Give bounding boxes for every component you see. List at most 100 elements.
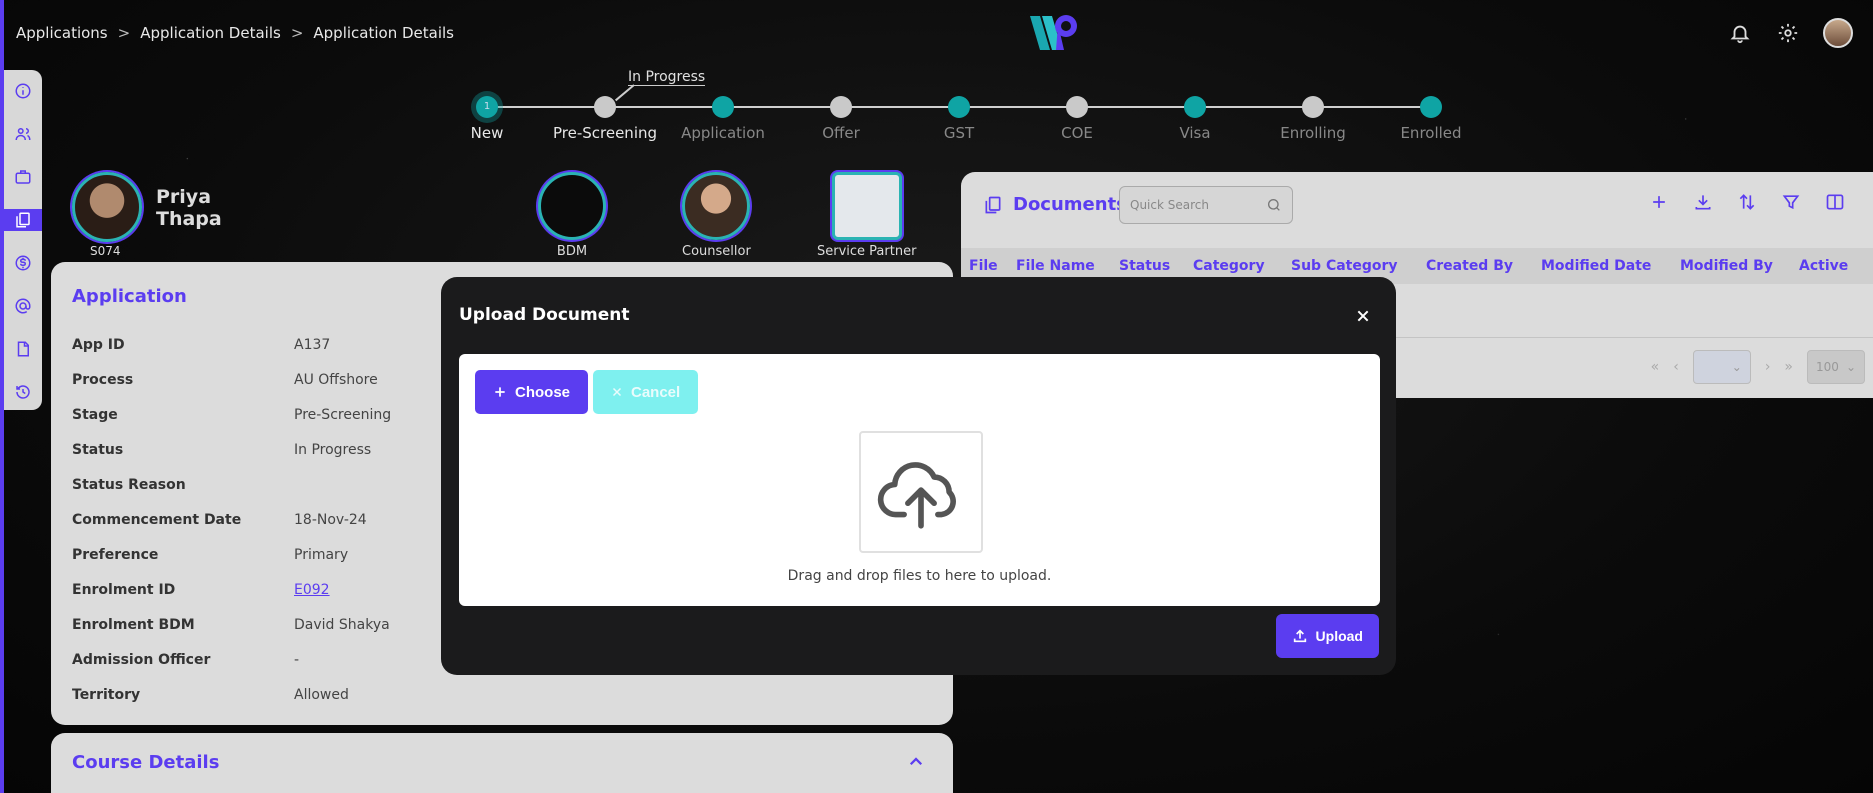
modal-title: Upload Document <box>459 305 630 325</box>
filter-icon[interactable] <box>1781 192 1801 212</box>
users-icon[interactable] <box>12 123 34 145</box>
field-row: Status Reason <box>72 467 391 502</box>
student-code: S074 <box>90 244 121 258</box>
column-header[interactable]: Category <box>1193 258 1265 274</box>
field-value: Primary <box>294 546 349 563</box>
step-pre-screening[interactable]: Pre-Screening <box>545 92 665 142</box>
breadcrumb-application-details[interactable]: Application Details <box>140 24 281 42</box>
first-page-icon[interactable]: « <box>1651 359 1660 375</box>
column-header[interactable]: File Name <box>1016 258 1095 274</box>
upload-document-modal: Upload Document Choose Cancel Drag and d… <box>441 277 1396 675</box>
column-header[interactable]: Modified Date <box>1541 258 1651 274</box>
close-icon[interactable] <box>1352 305 1374 327</box>
upload-button[interactable]: Upload <box>1275 614 1379 658</box>
course-details-card: Course Details <box>51 733 953 793</box>
dollar-icon[interactable] <box>12 252 34 274</box>
upload-cloud-box[interactable] <box>859 431 983 553</box>
column-header[interactable]: Sub Category <box>1291 258 1398 274</box>
at-icon[interactable] <box>12 295 34 317</box>
service-partner-logo <box>831 172 902 240</box>
field-label: App ID <box>72 336 125 353</box>
field-row: Preference Primary <box>72 537 391 572</box>
info-icon[interactable] <box>12 80 34 102</box>
page-size-select[interactable]: 100 ⌄ <box>1807 350 1865 384</box>
field-label: Commencement Date <box>72 511 242 528</box>
file-icon[interactable] <box>12 338 34 360</box>
next-page-icon[interactable]: › <box>1765 359 1771 375</box>
step-gst[interactable]: GST <box>899 92 1019 142</box>
course-details-title: Course Details <box>72 752 220 773</box>
page-select[interactable]: ⌄ <box>1692 350 1751 384</box>
service-partner-card[interactable]: Service Partner <box>817 172 916 259</box>
user-avatar[interactable] <box>1823 18 1853 48</box>
step-enrolled[interactable]: Enrolled <box>1371 92 1491 142</box>
field-label: Preference <box>72 546 159 563</box>
chevron-down-icon: ⌄ <box>1731 360 1742 374</box>
field-value: AU Offshore <box>294 371 378 388</box>
field-label: Status <box>72 441 124 458</box>
file-upload-dropzone[interactable]: Choose Cancel Drag and drop files to her… <box>459 354 1380 606</box>
choose-button[interactable]: Choose <box>475 370 589 414</box>
field-value: 18-Nov-24 <box>294 511 367 528</box>
field-label: Enrolment ID <box>72 581 176 598</box>
column-header[interactable]: File <box>969 258 998 274</box>
documents-icon <box>985 196 1001 213</box>
stage-stepper: 1 New Pre-Screening Application Offer GS… <box>460 92 1462 152</box>
step-dot <box>1184 96 1206 118</box>
plus-icon[interactable] <box>1649 192 1669 212</box>
download-icon[interactable] <box>1693 192 1713 212</box>
column-header[interactable]: Active <box>1799 258 1848 274</box>
breadcrumb-applications[interactable]: Applications <box>16 24 108 42</box>
step-label: COE <box>1061 124 1093 142</box>
field-label: Stage <box>72 406 118 423</box>
search-icon[interactable] <box>1266 197 1282 213</box>
step-offer[interactable]: Offer <box>781 92 901 142</box>
briefcase-icon[interactable] <box>12 166 34 188</box>
field-row: Commencement Date 18-Nov-24 <box>72 502 391 537</box>
step-visa[interactable]: Visa <box>1135 92 1255 142</box>
field-label: Enrolment BDM <box>72 616 195 633</box>
quick-search-input[interactable]: Quick Search <box>1119 186 1293 224</box>
enrolment-id-link[interactable]: E092 <box>294 582 330 598</box>
counsellor-card[interactable]: Counsellor <box>682 172 751 259</box>
field-row: Status In Progress <box>72 432 391 467</box>
column-header[interactable]: Status <box>1119 258 1170 274</box>
step-dot <box>830 96 852 118</box>
field-row: Admission Officer - <box>72 642 391 677</box>
cancel-label: Cancel <box>631 383 681 401</box>
student-first-name: Priya <box>156 186 212 208</box>
step-enrolling[interactable]: Enrolling <box>1253 92 1373 142</box>
bdm-card[interactable]: BDM <box>538 172 606 259</box>
documents-paginator: « ‹ ⌄ › » 100 ⌄ <box>1651 350 1865 384</box>
close-icon <box>612 387 622 397</box>
step-application[interactable]: Application <box>663 92 783 142</box>
step-dot <box>712 96 734 118</box>
step-coe[interactable]: COE <box>1017 92 1137 142</box>
prev-page-icon[interactable]: ‹ <box>1673 359 1679 375</box>
history-icon[interactable] <box>12 381 34 403</box>
step-label: Offer <box>822 124 860 142</box>
student-avatar[interactable] <box>72 172 142 242</box>
documents-icon[interactable] <box>4 209 42 231</box>
gear-icon[interactable] <box>1775 20 1801 46</box>
in-progress-callout: In Progress <box>628 69 706 86</box>
application-fields: App ID A137 Process AU Offshore Stage Pre-S… <box>72 327 391 712</box>
student-last-name: Thapa <box>156 208 222 230</box>
service-partner-label: Service Partner <box>817 244 917 259</box>
step-label: Visa <box>1179 124 1211 142</box>
bell-icon[interactable] <box>1727 20 1753 46</box>
sort-icon[interactable] <box>1737 192 1757 212</box>
columns-icon[interactable] <box>1825 192 1845 212</box>
column-header[interactable]: Modified By <box>1680 258 1773 274</box>
chevron-up-icon[interactable] <box>907 753 925 775</box>
cancel-button[interactable]: Cancel <box>593 370 699 414</box>
step-new[interactable]: 1 New <box>427 92 547 142</box>
app-logo[interactable] <box>1026 10 1082 56</box>
field-value: In Progress <box>294 441 372 458</box>
field-label: Territory <box>72 686 141 703</box>
field-row: Territory Allowed <box>72 677 391 712</box>
column-header[interactable]: Created By <box>1426 258 1513 274</box>
field-value: Pre-Screening <box>294 406 392 423</box>
counsellor-avatar <box>682 172 751 240</box>
last-page-icon[interactable]: » <box>1784 359 1793 375</box>
